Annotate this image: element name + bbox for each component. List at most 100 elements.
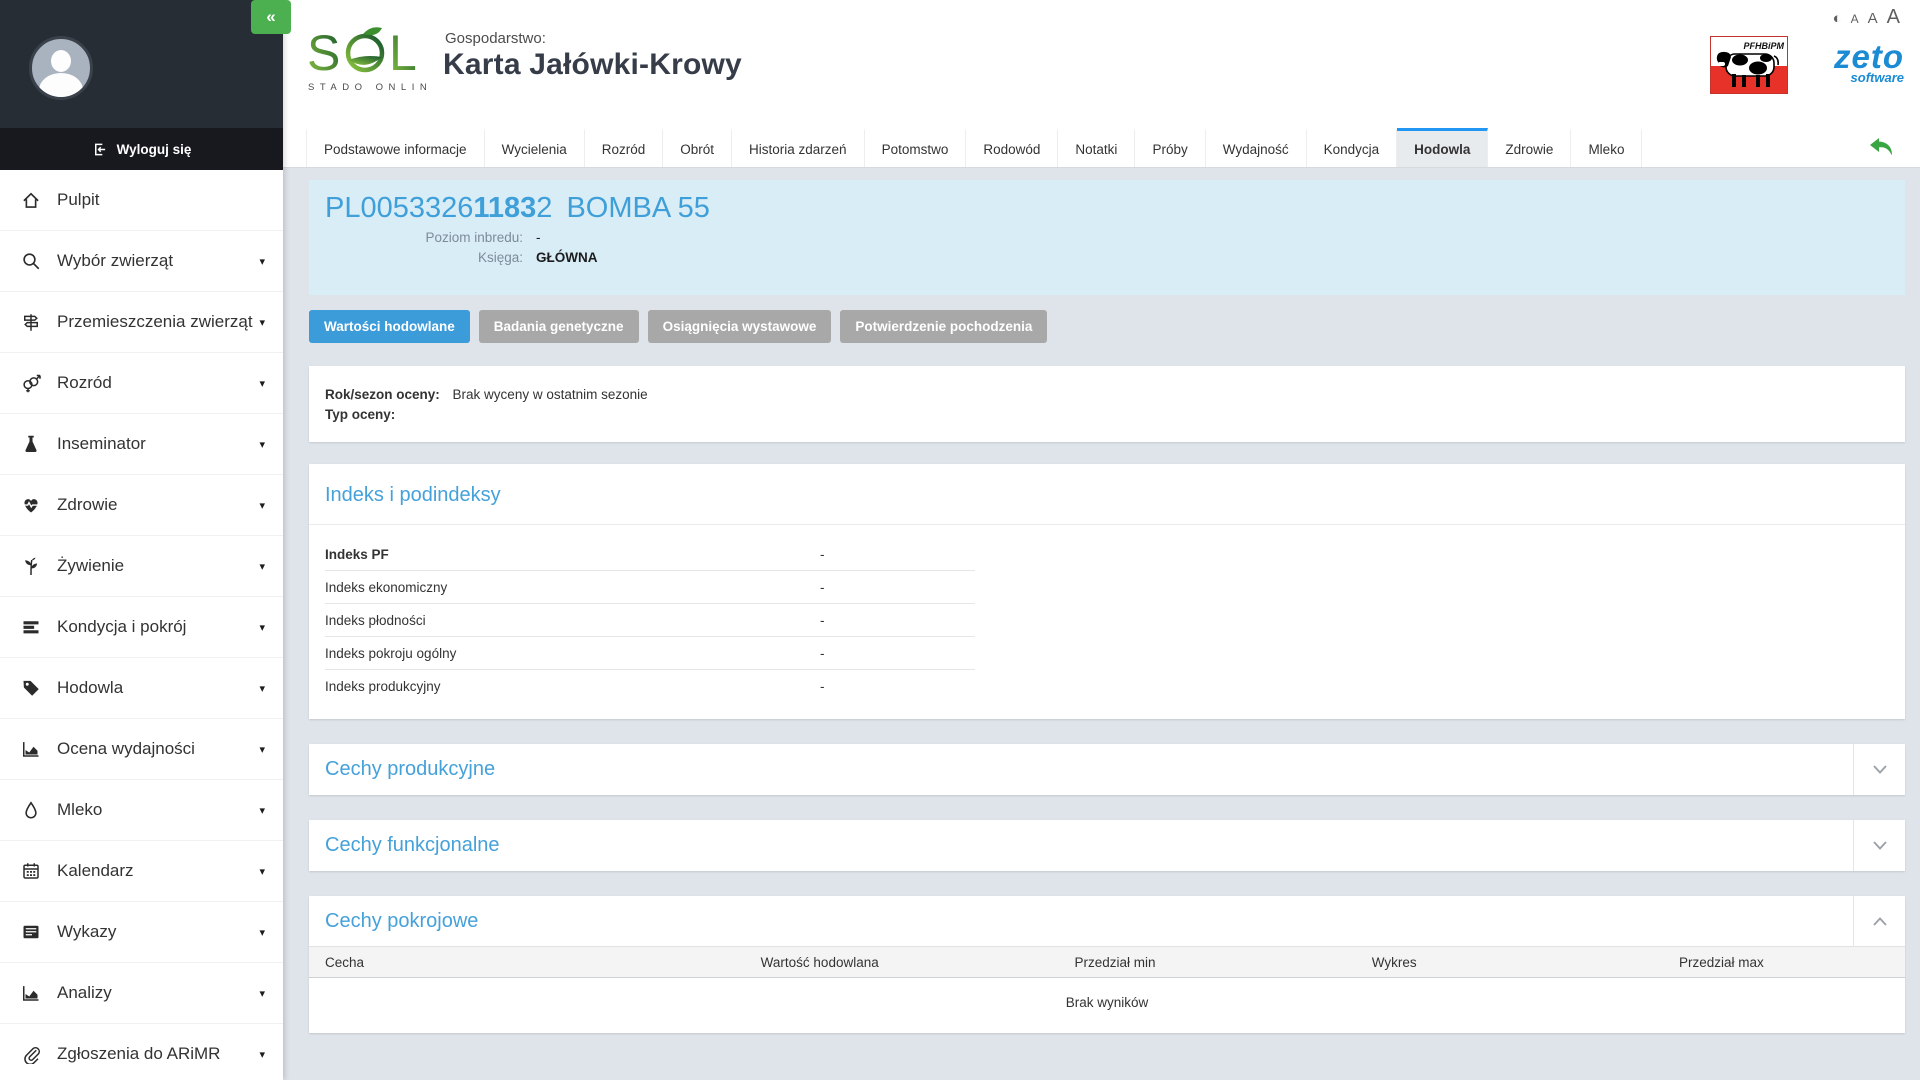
sidebar-item-label: Wykazy [57, 922, 117, 941]
sidebar-item-zywienie[interactable]: Żywienie ▾ [0, 536, 283, 597]
sidebar-item-kalendarz[interactable]: Kalendarz ▾ [0, 841, 283, 902]
sidebar-item-pulpit[interactable]: Pulpit [0, 170, 283, 231]
chevron-down-icon: ▾ [259, 865, 265, 878]
cechy-pokrojowe-title: Cechy pokrojowe [325, 909, 479, 932]
paperclip-icon [20, 1043, 42, 1065]
osiagniecia-wystawowe-button[interactable]: Osiągnięcia wystawowe [647, 310, 832, 343]
chevron-down-icon: ▾ [259, 987, 265, 1000]
font-size-large-button[interactable]: A [1887, 6, 1900, 29]
zeto-logo[interactable]: zeto software [1834, 38, 1904, 85]
expand-section-button[interactable] [1853, 744, 1905, 795]
chevron-down-icon: ▾ [259, 316, 265, 329]
index-label: Indeks produkcyjny [325, 679, 441, 694]
sidebar-item-kondycja[interactable]: Kondycja i pokrój ▾ [0, 597, 283, 658]
tab-rozrod[interactable]: Rozród [585, 128, 664, 167]
pfhbipm-logo[interactable]: PFHBiPM [1710, 36, 1788, 99]
type-row: Typ oceny: [325, 405, 1889, 425]
sidebar-item-mleko[interactable]: Mleko ▾ [0, 780, 283, 841]
tab-obrot[interactable]: Obrót [663, 128, 733, 167]
home-icon [20, 189, 42, 211]
tab-mleko[interactable]: Mleko [1571, 128, 1643, 167]
sidebar-item-label: Wybór zwierząt [57, 251, 174, 270]
season-label: Rok/sezon oceny: [325, 387, 440, 402]
tab-wydajnosc[interactable]: Wydajność [1206, 128, 1307, 167]
tab-hodowla[interactable]: Hodowla [1397, 128, 1489, 167]
chevron-down-icon: ▾ [259, 255, 265, 268]
accessibility-controls: ◐ A A A [1833, 6, 1900, 29]
table-row: Indeks produkcyjny - [325, 670, 975, 703]
tab-zdrowie[interactable]: Zdrowie [1488, 128, 1572, 167]
font-size-small-button[interactable]: A [1851, 12, 1859, 26]
expand-section-button[interactable] [1853, 820, 1905, 871]
table-row: Indeks PF - [325, 538, 975, 571]
svg-text:L: L [389, 25, 417, 81]
tab-wycielenia[interactable]: Wycielenia [485, 128, 585, 167]
tab-notatki[interactable]: Notatki [1058, 128, 1136, 167]
sidebar-item-zdrowie[interactable]: Zdrowie ▾ [0, 475, 283, 536]
zeto-wordmark: zeto [1834, 38, 1904, 75]
sidebar-item-zgloszenia-arimr[interactable]: Zgłoszenia do ARiMR ▾ [0, 1024, 283, 1080]
column-header-cecha: Cecha [325, 954, 365, 970]
sidebar-item-wybor-zwierzat[interactable]: Wybór zwierząt ▾ [0, 231, 283, 292]
chevron-down-icon: ▾ [259, 682, 265, 695]
index-value: - [820, 645, 825, 661]
sidebar-item-inseminator[interactable]: Inseminator ▾ [0, 414, 283, 475]
tab-podstawowe-informacje[interactable]: Podstawowe informacje [306, 128, 485, 167]
tab-historia-zdarzen[interactable]: Historia zdarzeń [732, 128, 865, 167]
table-row: Indeks pokroju ogólny - [325, 637, 975, 670]
tabbar: Podstawowe informacje Wycielenia Rozród … [283, 128, 1920, 168]
topbar: S L STADO ONLINE Gospodarstwo: Karta Jał… [283, 0, 1920, 128]
area-chart-icon [20, 982, 42, 1004]
inbred-label: Poziom inbredu: [425, 230, 523, 245]
logout-button[interactable]: Wyloguj się [0, 128, 283, 170]
animal-id-bold: 1183 [473, 192, 537, 224]
evaluation-panel: Rok/sezon oceny: Brak wyceny w ostatnim … [309, 366, 1905, 442]
farm-label: Gospodarstwo: [445, 30, 546, 47]
tab-proby[interactable]: Próby [1135, 128, 1206, 167]
wartosci-hodowlane-button[interactable]: Wartości hodowlane [309, 310, 470, 343]
sidebar-item-label: Inseminator [57, 434, 146, 453]
chevron-down-icon: ▾ [259, 1048, 265, 1061]
badania-genetyczne-button[interactable]: Badania genetyczne [478, 310, 639, 343]
column-header-przedzial-max: Przedział max [1679, 954, 1764, 970]
logout-label: Wyloguj się [116, 141, 192, 157]
table-header-row: Cecha Wartość hodowlana Przedział min Wy… [309, 946, 1905, 978]
sol-logo[interactable]: S L STADO ONLINE [307, 22, 439, 101]
index-table: Indeks PF - Indeks ekonomiczny - Indeks … [309, 525, 1905, 703]
sidebar-item-wykazy[interactable]: Wykazy ▾ [0, 902, 283, 963]
sidebar-nav: Pulpit Wybór zwierząt ▾ Przemieszczenia … [0, 170, 283, 1080]
sidebar-item-label: Przemieszczenia zwierząt [57, 312, 253, 331]
collapse-section-button[interactable] [1853, 896, 1905, 946]
table-row: Indeks płodności - [325, 604, 975, 637]
back-arrow-icon[interactable] [1868, 137, 1894, 163]
contrast-icon[interactable]: ◐ [1833, 10, 1842, 27]
sidebar-item-rozrod[interactable]: Rozród ▾ [0, 353, 283, 414]
tab-potomstwo[interactable]: Potomstwo [865, 128, 967, 167]
sidebar-item-analizy[interactable]: Analizy ▾ [0, 963, 283, 1024]
main-area: S L STADO ONLINE Gospodarstwo: Karta Jał… [283, 0, 1920, 1080]
sidebar-item-label: Mleko [57, 800, 103, 819]
potwierdzenie-pochodzenia-button[interactable]: Potwierdzenie pochodzenia [840, 310, 1048, 343]
font-size-medium-button[interactable]: A [1868, 10, 1878, 27]
sidebar: « Wyloguj się Pulpit Wybór zwierząt ▾ Pr… [0, 0, 291, 1080]
index-label: Indeks PF [325, 546, 389, 562]
season-row: Rok/sezon oceny: Brak wyceny w ostatnim … [325, 385, 1889, 405]
page-title: Karta Jałówki-Krowy [443, 48, 742, 81]
index-value: - [820, 579, 825, 595]
sidebar-item-przemieszczenia[interactable]: Przemieszczenia zwierząt ▾ [0, 292, 283, 353]
area-chart-icon [20, 738, 42, 760]
animal-name: BOMBA 55 [566, 192, 710, 224]
sidebar-collapse-button[interactable]: « [251, 0, 291, 34]
sidebar-item-hodowla[interactable]: Hodowla ▾ [0, 658, 283, 719]
index-label: Indeks pokroju ogólny [325, 645, 457, 661]
tab-kondycja[interactable]: Kondycja [1307, 128, 1398, 167]
avatar[interactable] [29, 36, 93, 100]
indexes-title: Indeks i podindeksy [325, 484, 501, 506]
animal-info-panel: PL005332611832 BOMBA 55 Poziom inbredu: -… [309, 180, 1905, 295]
chevron-down-icon: ▾ [259, 804, 265, 817]
sidebar-item-ocena-wydajnosci[interactable]: Ocena wydajności ▾ [0, 719, 283, 780]
chevron-up-icon [1872, 916, 1887, 926]
type-label: Typ oceny: [325, 407, 396, 422]
tab-rodowod[interactable]: Rodowód [966, 128, 1059, 167]
action-buttons: Wartości hodowlane Badania genetyczne Os… [309, 310, 1905, 343]
